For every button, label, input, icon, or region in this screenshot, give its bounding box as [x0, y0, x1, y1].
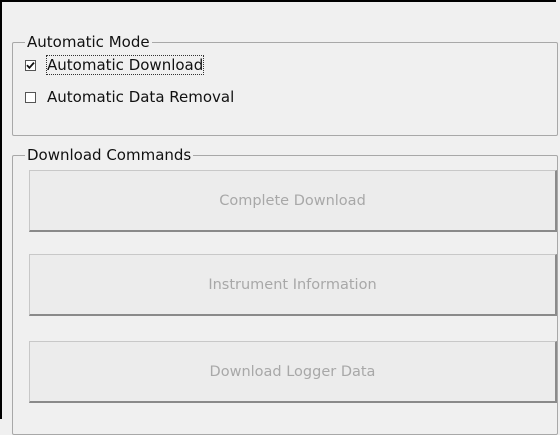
automatic-download-checkbox[interactable]	[25, 59, 36, 71]
automatic-download-label[interactable]: Automatic Download	[45, 55, 205, 75]
download-commands-title: Download Commands	[25, 146, 194, 164]
automatic-data-removal-option[interactable]: Automatic Data Removal	[25, 87, 234, 107]
automatic-mode-group: Automatic Mode Automatic Download Automa…	[12, 33, 558, 136]
automatic-data-removal-checkbox[interactable]	[25, 91, 36, 103]
checkmark-icon	[26, 61, 35, 69]
automatic-data-removal-label[interactable]: Automatic Data Removal	[47, 88, 234, 106]
instrument-information-button[interactable]: Instrument Information	[29, 254, 557, 316]
automatic-mode-title: Automatic Mode	[25, 33, 152, 51]
download-logger-data-button[interactable]: Download Logger Data	[29, 341, 557, 403]
automatic-download-option[interactable]: Automatic Download	[25, 55, 205, 75]
download-commands-group: Download Commands Complete Download Inst…	[12, 146, 558, 435]
download-panel: Automatic Mode Automatic Download Automa…	[0, 0, 558, 435]
complete-download-button[interactable]: Complete Download	[29, 170, 557, 232]
